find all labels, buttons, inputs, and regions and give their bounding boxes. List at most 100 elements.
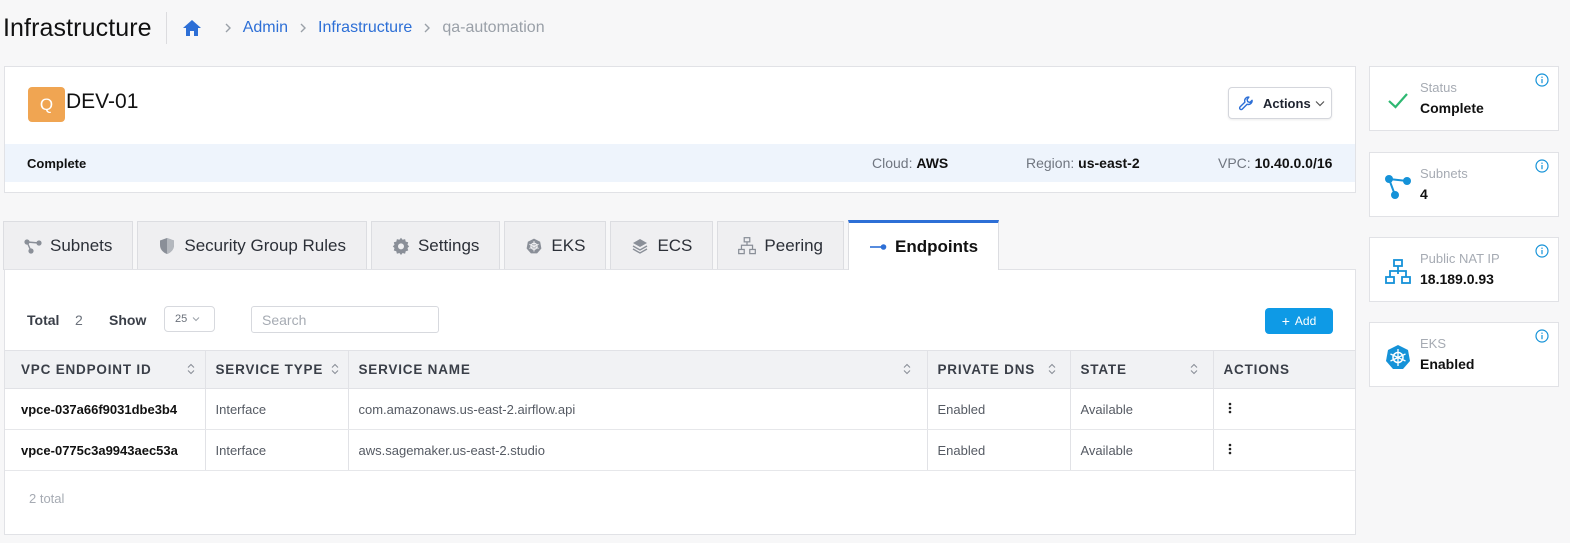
tab-label: ECS <box>657 236 693 255</box>
cloud-label: Cloud: <box>872 155 913 171</box>
chevron-right-icon <box>224 23 232 33</box>
table-header-row: VPC Endpoint ID Service Type Service Nam… <box>5 350 1355 389</box>
more-options-icon[interactable] <box>1224 402 1232 414</box>
endpoints-panel: Total 2 Show 25 + Add VPC Endpoint ID Se… <box>4 269 1356 535</box>
cloud-value: AWS <box>916 155 949 171</box>
cell-service-name: aws.sagemaker.us-east-2.studio <box>348 429 928 471</box>
stat-label: Subnets <box>1420 166 1468 181</box>
tab-label: Endpoints <box>895 236 979 256</box>
status-text: Complete <box>27 155 87 171</box>
search-input[interactable] <box>251 306 439 333</box>
breadcrumb-infrastructure[interactable]: Infrastructure <box>318 19 412 37</box>
gear-icon <box>392 237 410 255</box>
cell-private-dns: Enabled <box>927 388 1071 430</box>
column-header: Actions <box>1213 350 1355 389</box>
page-size-value: 25 <box>175 313 188 325</box>
sort-icon[interactable] <box>1048 363 1056 375</box>
column-header[interactable]: VPC Endpoint ID <box>5 350 206 389</box>
cell-service-name: com.amazonaws.us-east-2.airflow.api <box>348 388 928 430</box>
stat-card-subnets: Subnets 4 <box>1369 152 1559 217</box>
column-header[interactable]: State <box>1070 350 1214 389</box>
sort-icon[interactable] <box>187 363 195 375</box>
check-icon <box>1383 86 1413 116</box>
plus-icon: + <box>1281 313 1290 329</box>
stat-card-status: Status Complete <box>1369 66 1559 131</box>
breadcrumb-admin[interactable]: Admin <box>243 19 288 37</box>
cloud-info: Cloud: AWS <box>872 155 948 171</box>
stat-card-eks: EKS Enabled <box>1369 322 1559 387</box>
top-bar: Infrastructure Admin Infrastructure qa-a… <box>0 0 1570 56</box>
region-value: us-east-2 <box>1078 155 1140 171</box>
tab-settings[interactable]: Settings <box>370 221 501 270</box>
chevron-down-icon <box>1315 100 1325 107</box>
kubernetes-icon <box>525 237 543 255</box>
status-strip: Complete Cloud: AWS Region: us-east-2 VP… <box>5 144 1355 182</box>
stat-value: 18.189.0.93 <box>1420 271 1494 287</box>
tab-label: Peering <box>764 236 824 255</box>
cell-private-dns: Enabled <box>927 429 1071 471</box>
stat-value: 4 <box>1420 186 1428 202</box>
add-label: Add <box>1294 314 1317 328</box>
table-footer-total: 2 total <box>29 491 65 506</box>
info-icon[interactable] <box>1535 329 1549 343</box>
tab-peering[interactable]: Peering <box>717 221 845 270</box>
more-options-icon[interactable] <box>1224 443 1232 455</box>
add-button[interactable]: + Add <box>1265 308 1333 334</box>
region-info: Region: us-east-2 <box>1026 155 1140 171</box>
breadcrumb: Admin Infrastructure qa-automation <box>181 18 545 38</box>
chevron-right-icon <box>423 23 431 33</box>
actions-label: Actions <box>1263 95 1311 111</box>
subnet-icon <box>1383 172 1413 202</box>
sort-icon[interactable] <box>903 363 911 375</box>
cell-endpoint-id: vpce-0775c3a9943aec53a <box>5 429 206 471</box>
page-title: Infrastructure <box>3 13 152 42</box>
tab-security-group-rules[interactable]: Security Group Rules <box>137 221 367 270</box>
total-value: 2 <box>75 312 83 328</box>
network-icon <box>738 237 757 255</box>
infrastructure-name: DEV-01 <box>66 90 139 113</box>
sort-icon[interactable] <box>1190 363 1198 375</box>
avatar: Q <box>28 87 65 122</box>
endpoints-table: VPC Endpoint ID Service Type Service Nam… <box>5 350 1355 471</box>
stat-value: Enabled <box>1420 356 1475 372</box>
info-icon[interactable] <box>1535 73 1549 87</box>
tab-subnets[interactable]: Subnets <box>3 221 134 270</box>
table-row[interactable]: vpce-0775c3a9943aec53a Interface aws.sag… <box>5 429 1355 471</box>
cell-actions <box>1213 388 1355 430</box>
infrastructure-card: Q DEV-01 Actions Complete Cloud: AWS Reg… <box>4 66 1356 193</box>
stat-value: Complete <box>1420 100 1484 116</box>
vpc-info: VPC: 10.40.0.0/16 <box>1218 155 1332 171</box>
region-label: Region: <box>1026 155 1075 171</box>
info-icon[interactable] <box>1535 159 1549 173</box>
vpc-label: VPC: <box>1218 155 1251 171</box>
actions-button[interactable]: Actions <box>1228 87 1332 119</box>
tab-endpoints[interactable]: Endpoints <box>848 220 1000 270</box>
tab-bar: Subnets Security Group Rules Settings EK… <box>3 220 1003 270</box>
tab-ecs[interactable]: ECS <box>610 221 714 270</box>
show-label: Show <box>109 312 147 328</box>
column-header[interactable]: Service Type <box>205 350 349 389</box>
stat-label: EKS <box>1420 336 1447 351</box>
vpc-value: 10.40.0.0/16 <box>1254 155 1333 171</box>
tab-eks[interactable]: EKS <box>504 221 607 270</box>
kubernetes-icon <box>1383 342 1413 372</box>
tab-label: Subnets <box>50 236 113 255</box>
chevron-right-icon <box>299 23 307 33</box>
cell-state: Available <box>1070 388 1214 430</box>
page-size-select[interactable]: 25 <box>164 306 215 332</box>
column-header[interactable]: Service Name <box>348 350 928 389</box>
home-icon[interactable] <box>181 18 203 38</box>
tab-label: Security Group Rules <box>184 236 346 255</box>
sort-icon[interactable] <box>331 363 339 375</box>
info-icon[interactable] <box>1535 244 1549 258</box>
total-label: Total <box>27 312 60 328</box>
column-header[interactable]: Private DNS <box>927 350 1071 389</box>
cell-service-type: Interface <box>205 388 349 430</box>
tab-label: Settings <box>417 236 480 255</box>
tab-label: EKS <box>551 236 586 255</box>
endpoint-icon <box>869 238 887 256</box>
cell-actions <box>1213 429 1355 471</box>
table-row[interactable]: vpce-037a66f9031dbe3b4 Interface com.ama… <box>5 388 1355 430</box>
shield-icon <box>158 237 176 255</box>
network-icon <box>1383 257 1413 287</box>
